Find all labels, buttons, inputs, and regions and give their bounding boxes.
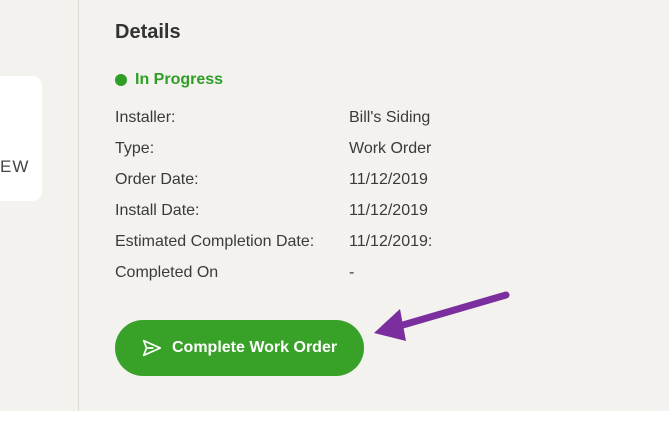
detail-value: 11/12/2019: [349,233,433,250]
detail-label: Install Date: [115,202,200,219]
status-label: In Progress [135,71,224,88]
detail-value: 11/12/2019 [349,171,428,188]
panel-divider [78,0,79,411]
detail-label: Type: [115,140,155,157]
send-icon [142,339,162,357]
detail-row-installer: Installer: Bill's Siding [115,109,635,133]
detail-label: Order Date: [115,171,199,188]
status-dot-icon [115,74,127,86]
detail-value: Bill's Siding [349,109,431,126]
left-card-partial-text: EW [0,157,30,176]
complete-work-order-label: Complete Work Order [172,339,338,356]
detail-label: Completed On [115,264,219,281]
detail-row-estimated-completion: Estimated Completion Date: 11/12/2019: [115,233,635,257]
status-indicator: In Progress [115,71,223,89]
detail-row-type: Type: Work Order [115,140,635,164]
detail-label: Estimated Completion Date: [115,233,315,250]
details-heading: Details [115,21,181,43]
detail-label: Installer: [115,109,176,126]
detail-row-order-date: Order Date: 11/12/2019 [115,171,635,195]
detail-value: 11/12/2019 [349,202,428,219]
detail-value: - [349,264,355,281]
detail-value: Work Order [349,140,432,157]
complete-work-order-button[interactable]: Complete Work Order [115,320,364,376]
left-preview-card[interactable] [0,76,42,201]
annotation-arrow-icon [374,291,510,341]
detail-row-install-date: Install Date: 11/12/2019 [115,202,635,226]
